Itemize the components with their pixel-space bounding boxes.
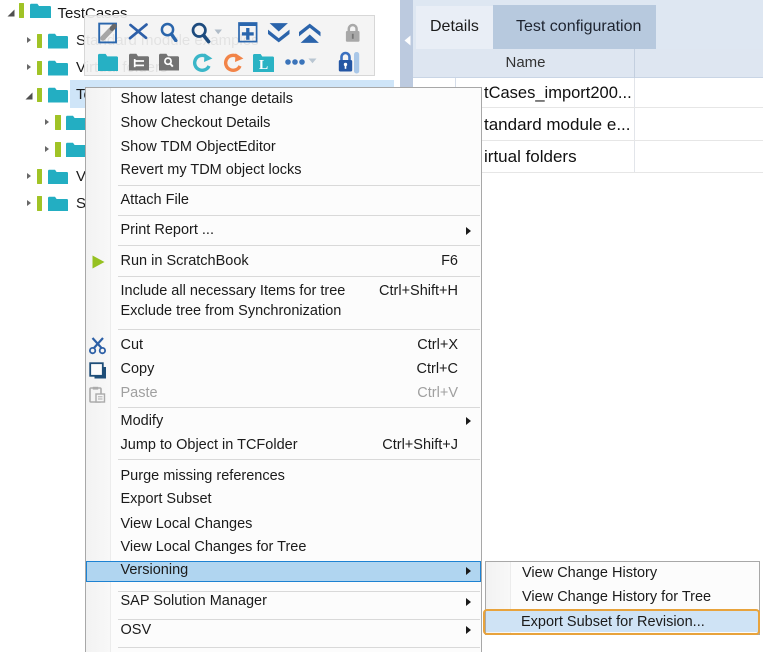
svg-text:L: L <box>258 58 267 72</box>
